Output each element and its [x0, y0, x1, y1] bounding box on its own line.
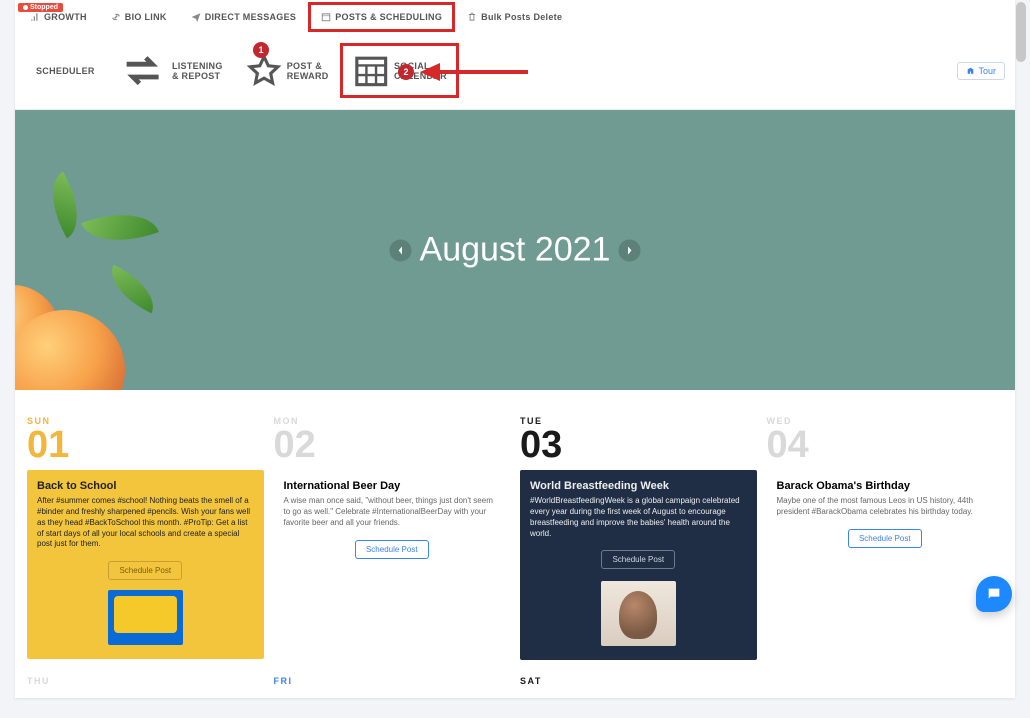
event-tile: International Beer Day A wise man once s… [274, 470, 511, 572]
calendar-grid: SUN 01 Back to School After #summer come… [15, 390, 1015, 670]
building-icon [966, 66, 975, 75]
day-number: 01 [27, 426, 264, 464]
calendar-grid-icon [352, 51, 390, 89]
stopped-badge: Stopped [18, 3, 63, 12]
event-tile: Barack Obama's Birthday Maybe one of the… [767, 470, 1004, 562]
event-title: Barack Obama's Birthday [777, 480, 994, 492]
chat-fab-button[interactable] [976, 576, 1012, 612]
chevron-right-icon [624, 245, 634, 255]
peach-illustration [15, 180, 195, 390]
repost-icon [117, 45, 168, 96]
tab-post-reward[interactable]: POST & REWARD [234, 45, 340, 97]
event-description: #WorldBreastfeedingWeek is a global camp… [530, 496, 747, 539]
chat-icon [986, 586, 1002, 602]
schedule-post-button[interactable]: Schedule Post [355, 540, 429, 559]
day-card-03: TUE 03 World Breastfeeding Week #WorldBr… [520, 416, 757, 660]
tab-social-calendar[interactable]: SOCIAL CALENDAR [340, 43, 459, 97]
event-tile: World Breastfeeding Week #WorldBreastfee… [520, 470, 757, 660]
sub-nav: SCHEDULER LISTENING & REPOST POST & REWA… [21, 38, 459, 103]
month-title: August 2021 [420, 231, 611, 270]
day-card-01: SUN 01 Back to School After #summer come… [27, 416, 264, 660]
day-card-04: WED 04 Barack Obama's Birthday Maybe one… [767, 416, 1004, 660]
day-of-week: SAT [520, 676, 757, 686]
event-tile: Back to School After #summer comes #scho… [27, 470, 264, 659]
day-of-week: THU [27, 676, 264, 686]
prev-month-button[interactable] [390, 239, 412, 261]
day-of-week: FRI [274, 676, 511, 686]
event-title: World Breastfeeding Week [530, 480, 747, 492]
day-card-02: MON 02 International Beer Day A wise man… [274, 416, 511, 660]
next-month-button[interactable] [618, 239, 640, 261]
event-description: Maybe one of the most famous Leos in US … [777, 496, 994, 518]
schedule-post-button[interactable]: Schedule Post [848, 529, 922, 548]
trash-icon [467, 12, 477, 22]
nav-direct-messages[interactable]: DIRECT MESSAGES [179, 3, 309, 31]
hero-banner: August 2021 [15, 110, 1015, 390]
schedule-post-button[interactable]: Schedule Post [601, 550, 675, 569]
nav-posts-scheduling[interactable]: POSTS & SCHEDULING [308, 2, 455, 32]
paper-plane-icon [191, 12, 201, 22]
event-description: A wise man once said, "without beer, thi… [284, 496, 501, 528]
nav-bulk-delete[interactable]: Bulk Posts Delete [455, 3, 574, 31]
chart-bar-icon [30, 12, 40, 22]
link-icon [111, 12, 121, 22]
chevron-left-icon [396, 245, 406, 255]
tab-listening-repost[interactable]: LISTENING & REPOST [106, 38, 234, 103]
star-icon [245, 52, 283, 90]
tour-button[interactable]: Tour [957, 62, 1005, 80]
top-nav: GROWTH BIO LINK DIRECT MESSAGES POSTS & … [15, 0, 1015, 32]
tab-scheduler[interactable]: SCHEDULER [21, 59, 106, 83]
event-description: After #summer comes #school! Nothing bea… [37, 496, 254, 550]
event-title: International Beer Day [284, 480, 501, 492]
page-scrollbar[interactable] [1016, 0, 1028, 628]
calendar-icon [321, 12, 331, 22]
school-bus-image [108, 590, 183, 645]
day-number: 02 [274, 426, 511, 464]
calendar-row-2-labels: THU FRI SAT [15, 670, 1015, 698]
schedule-post-button[interactable]: Schedule Post [108, 561, 182, 580]
day-number: 03 [520, 426, 757, 464]
mother-baby-image [601, 581, 676, 646]
nav-biolink[interactable]: BIO LINK [99, 3, 179, 31]
event-title: Back to School [37, 480, 254, 492]
day-number: 04 [767, 426, 1004, 464]
